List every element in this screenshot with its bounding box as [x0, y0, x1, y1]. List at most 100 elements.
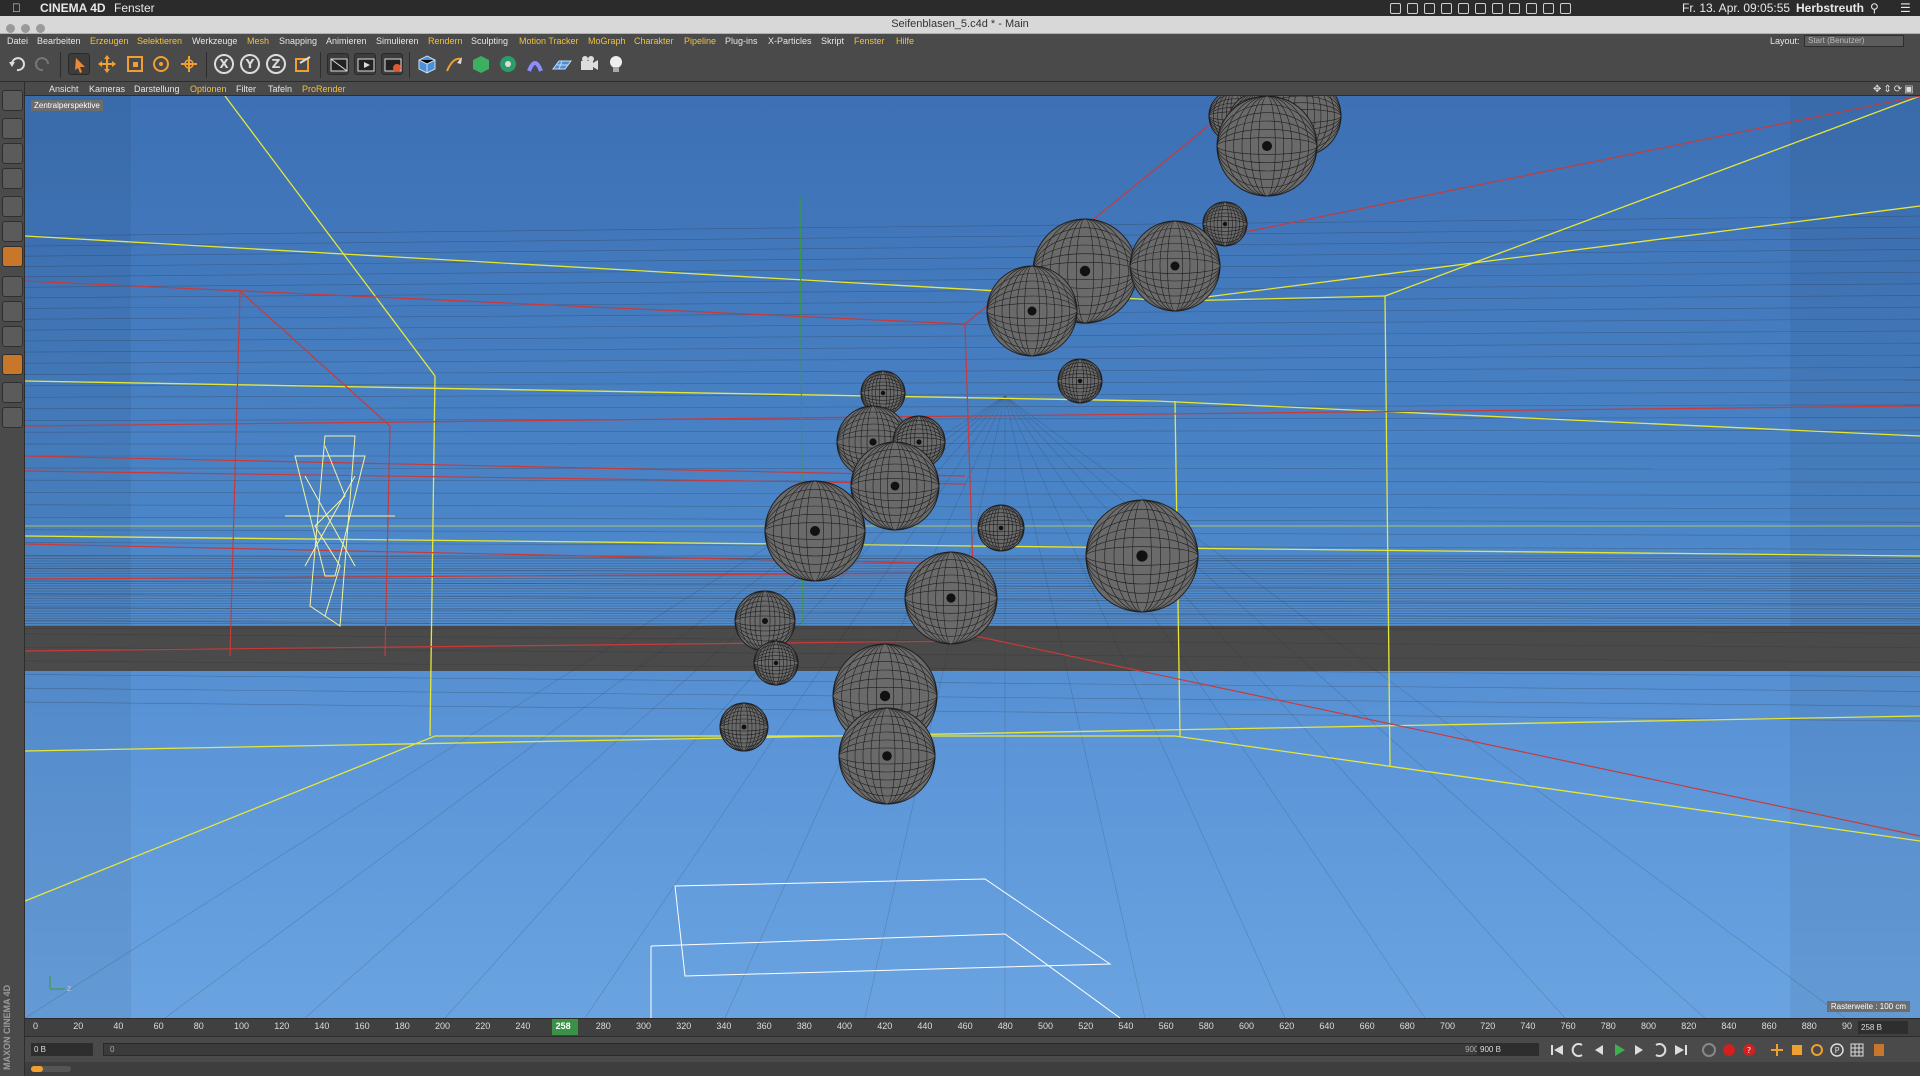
menu-mograph[interactable]: MoGraph: [588, 34, 626, 48]
viewport-navigation-icons[interactable]: ✥⇕⟳▣: [1873, 83, 1916, 97]
camera-icon[interactable]: [578, 53, 600, 75]
axis-mode-icon[interactable]: [2, 276, 23, 297]
deformer-icon[interactable]: [524, 53, 546, 75]
user-name[interactable]: Herbstreuth: [1796, 0, 1864, 16]
vp-menu-filter[interactable]: Filter: [236, 82, 256, 96]
vp-menu-darstellung[interactable]: Darstellung: [134, 82, 180, 96]
redo-icon[interactable]: [32, 53, 54, 75]
menu-simulieren[interactable]: Simulieren: [376, 34, 419, 48]
menu-sculpting[interactable]: Sculpting: [471, 34, 508, 48]
soap-bubble-sphere[interactable]: [719, 702, 769, 752]
menu-erzeugen[interactable]: Erzeugen: [90, 34, 129, 48]
soap-bubble-sphere[interactable]: [1216, 96, 1318, 197]
render-view-icon[interactable]: [327, 53, 349, 75]
battery-icon[interactable]: [1492, 3, 1503, 14]
menu-plug-ins[interactable]: Plug-ins: [725, 34, 758, 48]
texture-mode-icon[interactable]: [2, 143, 23, 164]
vp-menu-prorender[interactable]: ProRender: [302, 82, 346, 96]
next-frame-icon[interactable]: [1631, 1042, 1647, 1058]
transform-tool-icon[interactable]: [178, 53, 200, 75]
menu-pipeline[interactable]: Pipeline: [684, 34, 716, 48]
soap-bubble-sphere[interactable]: [850, 441, 940, 531]
model-mode-icon[interactable]: [2, 118, 23, 139]
menu-animieren[interactable]: Animieren: [326, 34, 367, 48]
magnet-icon[interactable]: [2, 354, 23, 375]
y-axis-lock-icon[interactable]: Y: [239, 53, 261, 75]
soap-bubble-sphere[interactable]: [1057, 358, 1103, 404]
menu-mesh[interactable]: Mesh: [247, 34, 269, 48]
autokey-icon[interactable]: [1721, 1042, 1737, 1058]
menu-charakter[interactable]: Charakter: [634, 34, 674, 48]
z-axis-lock-icon[interactable]: Z: [265, 53, 287, 75]
light-icon[interactable]: [605, 53, 627, 75]
3d-viewport[interactable]: z Zentralperspektive Rasterweite : 100 c…: [25, 96, 1920, 1018]
solo-icon[interactable]: [2, 407, 23, 428]
scale-key-icon[interactable]: [1789, 1042, 1805, 1058]
clock[interactable]: Fr. 13. Apr. 09:05:55: [1682, 0, 1790, 16]
tweak-mode-icon[interactable]: [2, 301, 23, 322]
layout-select[interactable]: Start (Benutzer): [1804, 35, 1904, 47]
vp-menu-ansicht[interactable]: Ansicht: [49, 82, 79, 96]
timemachine-icon[interactable]: [1509, 3, 1520, 14]
menu-rendern[interactable]: Rendern: [428, 34, 463, 48]
dropbox-icon[interactable]: [1390, 3, 1401, 14]
timeline-settings-icon[interactable]: [1871, 1042, 1887, 1058]
grid-lock-icon[interactable]: [2, 382, 23, 403]
keyframe-selection-icon[interactable]: ?: [1741, 1042, 1757, 1058]
menu-snapping[interactable]: Snapping: [279, 34, 317, 48]
frame-ruler[interactable]: 0 20 40 60 80 100 120 140 160 180 200 220 240 258 280 3…: [33, 1019, 1852, 1037]
start-frame-field[interactable]: 0 B: [31, 1043, 93, 1056]
app-menu[interactable]: CINEMA 4D: [40, 0, 106, 16]
move-tool-icon[interactable]: [96, 53, 118, 75]
edges-mode-icon[interactable]: [2, 221, 23, 242]
pen-spline-icon[interactable]: [443, 53, 465, 75]
cube-icon[interactable]: [416, 53, 438, 75]
soap-bubble-sphere[interactable]: [734, 590, 796, 652]
fenster-menu[interactable]: Fenster: [114, 0, 155, 16]
shield-icon[interactable]: [1424, 3, 1435, 14]
render-settings-icon[interactable]: [381, 53, 403, 75]
points-mode-icon[interactable]: [2, 196, 23, 217]
menu-hilfe[interactable]: Hilfe: [896, 34, 914, 48]
render-picture-viewer-icon[interactable]: [354, 53, 376, 75]
play-icon[interactable]: [1611, 1042, 1627, 1058]
menu-skript[interactable]: Skript: [821, 34, 844, 48]
menu-werkzeuge[interactable]: Werkzeuge: [192, 34, 237, 48]
spotlight-icon[interactable]: ⚲: [1870, 0, 1879, 16]
go-to-end-icon[interactable]: [1673, 1042, 1689, 1058]
soap-bubble-sphere[interactable]: [764, 480, 866, 582]
go-to-start-icon[interactable]: [1549, 1042, 1565, 1058]
polygons-mode-icon[interactable]: [2, 246, 23, 267]
soap-bubble-sphere[interactable]: [1085, 499, 1199, 613]
soap-bubble-sphere[interactable]: [904, 551, 998, 645]
coordinate-system-icon[interactable]: [292, 53, 314, 75]
menu-motion-tracker[interactable]: Motion Tracker: [519, 34, 579, 48]
menu-datei[interactable]: Datei: [7, 34, 28, 48]
previous-key-icon[interactable]: [1571, 1042, 1587, 1058]
nurbs-icon[interactable]: [470, 53, 492, 75]
bluetooth-icon[interactable]: [1526, 3, 1537, 14]
notes-icon[interactable]: [1441, 3, 1452, 14]
snap-icon[interactable]: [2, 326, 23, 347]
position-key-icon[interactable]: [1769, 1042, 1785, 1058]
scale-tool-icon[interactable]: [124, 53, 146, 75]
soap-bubble-sphere[interactable]: [753, 640, 799, 686]
floor-icon[interactable]: [551, 53, 573, 75]
volume-icon[interactable]: [1560, 3, 1571, 14]
menu-selektieren[interactable]: Selektieren: [137, 34, 182, 48]
cc-icon[interactable]: [1407, 3, 1418, 14]
end-frame-field[interactable]: 900 B: [1477, 1043, 1539, 1056]
next-key-icon[interactable]: [1651, 1042, 1667, 1058]
point-level-animation-icon[interactable]: [1849, 1042, 1865, 1058]
menu-bearbeiten[interactable]: Bearbeiten: [37, 34, 81, 48]
undo-icon[interactable]: [6, 53, 28, 75]
soap-bubble-sphere[interactable]: [977, 504, 1025, 552]
make-editable-icon[interactable]: [2, 90, 23, 111]
apple-icon[interactable]: : [12, 0, 21, 16]
soap-bubble-sphere[interactable]: [986, 265, 1078, 357]
frame-range-slider[interactable]: 0 900 B: [103, 1043, 1493, 1056]
rotation-key-icon[interactable]: [1809, 1042, 1825, 1058]
previous-frame-icon[interactable]: [1591, 1042, 1607, 1058]
mograph-cloner-icon[interactable]: [497, 53, 519, 75]
x-axis-lock-icon[interactable]: X: [213, 53, 235, 75]
